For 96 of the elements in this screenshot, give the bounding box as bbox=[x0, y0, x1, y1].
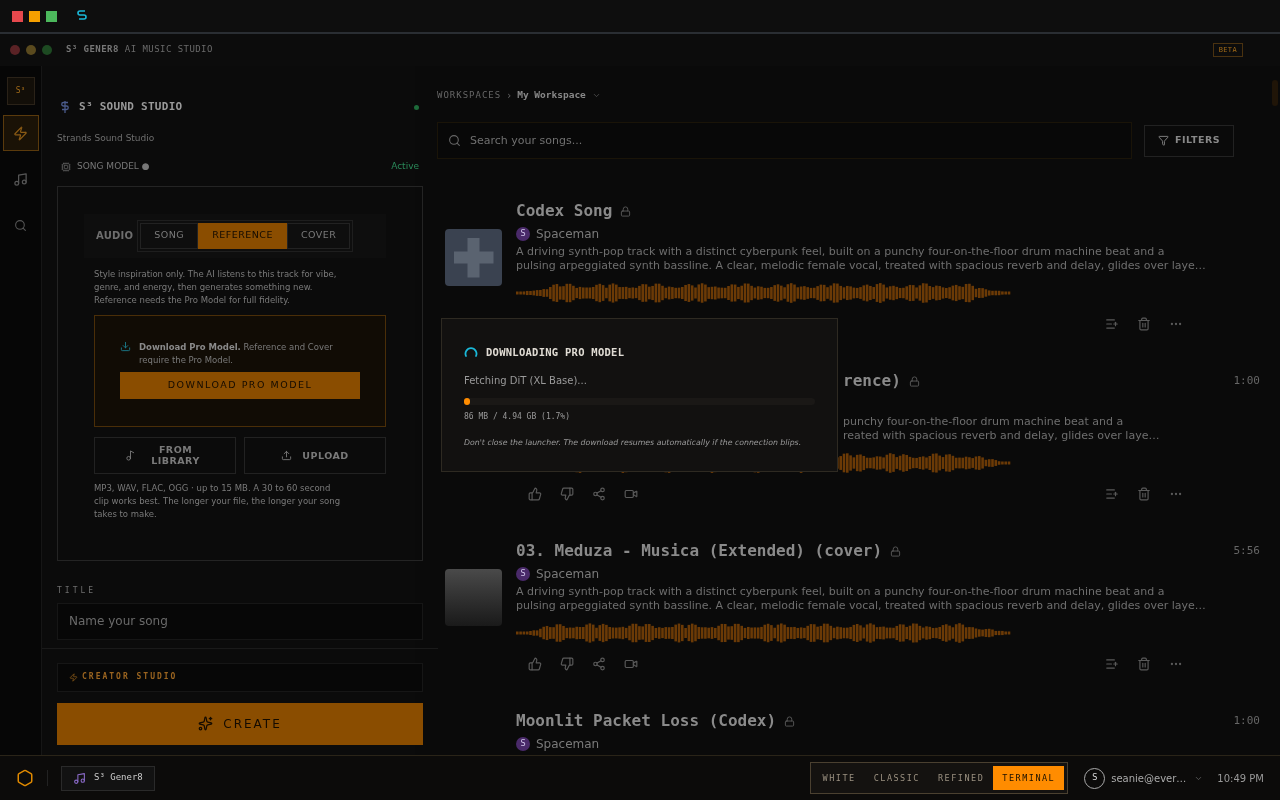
chevron-down-icon bbox=[591, 91, 601, 100]
mode-description: Style inspiration only. The AI listens to this track for vibe, genre, and energy, then generates something new. Reference needs the Pro Model for full fidelity. bbox=[94, 267, 338, 307]
song-duration: 5:56 bbox=[1233, 542, 1260, 559]
filter-icon bbox=[1158, 135, 1170, 146]
bolt-icon bbox=[13, 125, 28, 141]
mode-tab[interactable]: SONG bbox=[140, 222, 199, 249]
song-duration: 1:00 bbox=[1233, 712, 1260, 729]
thumbs-down-icon[interactable] bbox=[560, 657, 574, 671]
song-title[interactable]: rence) bbox=[843, 369, 901, 393]
album-art bbox=[445, 229, 502, 286]
music-note-icon bbox=[73, 771, 86, 785]
song-description: pulsing arpeggiated synth bassline. A clear, melodic female vocal, treated with spacious reverb and delay, glides over laye… bbox=[516, 259, 1207, 273]
minimize-button[interactable] bbox=[29, 10, 40, 22]
download-pro-button[interactable]: DOWNLOAD PRO MODEL bbox=[120, 371, 360, 399]
create-button[interactable]: CREATE bbox=[57, 702, 423, 745]
studio-logo-icon bbox=[61, 101, 69, 114]
song-description: punchy four-on-the-floor drum machine beat and a bbox=[843, 415, 1125, 429]
trash-icon[interactable] bbox=[1137, 487, 1151, 501]
source-button[interactable]: UPLOAD bbox=[244, 436, 386, 474]
studio-subtitle: Strands Sound Studio bbox=[57, 131, 156, 145]
title-label: TITLE bbox=[57, 584, 98, 597]
search-icon bbox=[14, 218, 27, 232]
download-icon bbox=[120, 340, 131, 352]
music-note-icon bbox=[124, 449, 136, 461]
lock-icon bbox=[890, 545, 902, 557]
hexagon-icon[interactable] bbox=[16, 769, 34, 787]
source-button[interactable]: FROM LIBRARY bbox=[94, 436, 236, 474]
dialog-title: DOWNLOADING PRO MODEL bbox=[486, 345, 625, 360]
video-icon[interactable] bbox=[624, 657, 638, 671]
model-label: SONG MODEL ● bbox=[77, 160, 150, 173]
trash-icon[interactable] bbox=[1137, 657, 1151, 671]
lock-icon bbox=[620, 205, 632, 217]
sparkle-icon bbox=[198, 716, 214, 731]
file-requirements: MP3, WAV, FLAC, OGG · up to 15 MB. A 30 to 60 second clip works best. The longer your file, the longer your song takes to make. bbox=[94, 481, 342, 521]
artist-avatar: S bbox=[516, 567, 530, 581]
spinner-icon bbox=[464, 345, 478, 360]
filters-button[interactable]: FILTERS bbox=[1144, 124, 1234, 157]
song-description: A driving synth-pop track with a distinct cyberpunk feel, built on a punchy four-on-the-floor drum machine beat and a bbox=[516, 585, 1166, 599]
close-button[interactable] bbox=[12, 10, 23, 22]
share-icon[interactable] bbox=[592, 487, 606, 501]
theme-tab[interactable]: WHITE bbox=[813, 766, 865, 790]
breadcrumb-current[interactable]: My Workspace bbox=[517, 88, 586, 103]
mode-tab[interactable]: COVER bbox=[286, 222, 351, 249]
artist-avatar: S bbox=[516, 737, 530, 751]
app-logo-icon bbox=[77, 9, 87, 23]
bolt-icon bbox=[69, 672, 78, 682]
notice-text: Download Pro Model. Reference and Cover require the Pro Model. bbox=[139, 340, 334, 367]
maximize-button[interactable] bbox=[46, 10, 57, 22]
studio-title: S³ SOUND STUDIO bbox=[79, 99, 183, 115]
add-to-queue-icon[interactable] bbox=[1105, 657, 1119, 671]
app-name: S³ GENER8 bbox=[66, 43, 119, 57]
taskbar-app[interactable]: S³ Gener8 bbox=[61, 765, 155, 791]
model-status: Active bbox=[391, 160, 419, 173]
song-description: pulsing arpeggiated synth bassline. A clear, melodic female vocal, treated with spacious reverb and delay, glides over laye… bbox=[516, 599, 1207, 613]
chip-icon bbox=[61, 161, 71, 172]
thumbs-down-icon[interactable] bbox=[560, 487, 574, 501]
song-title[interactable]: 03. Meduza - Musica (Extended) (cover) bbox=[516, 539, 883, 563]
artist-avatar: S bbox=[516, 227, 530, 241]
breadcrumb-separator: › bbox=[507, 89, 512, 103]
theme-tab[interactable]: REFINED bbox=[928, 766, 994, 790]
breadcrumb-root[interactable]: WORKSPACES bbox=[437, 88, 502, 103]
trash-icon[interactable] bbox=[1137, 317, 1151, 331]
song-title[interactable]: Codex Song bbox=[516, 199, 613, 223]
lock-icon bbox=[908, 375, 920, 387]
song-duration: 1:00 bbox=[1233, 372, 1260, 389]
rail-button[interactable] bbox=[2, 115, 39, 151]
artist-name[interactable]: Spaceman bbox=[536, 567, 600, 581]
rail-logo[interactable]: S³ bbox=[6, 77, 35, 105]
song-title[interactable]: Moonlit Packet Loss (Codex) bbox=[516, 709, 777, 733]
app-subtitle: AI MUSIC STUDIO bbox=[124, 43, 213, 57]
add-to-queue-icon[interactable] bbox=[1105, 317, 1119, 331]
mode-tab[interactable]: REFERENCE bbox=[198, 222, 287, 249]
theme-tab[interactable]: CLASSIC bbox=[864, 766, 929, 790]
progress-text: 86 MB / 4.94 GB (1.7%) bbox=[464, 410, 571, 423]
thumbs-up-icon[interactable] bbox=[528, 657, 542, 671]
clock: 10:49 PM bbox=[1217, 771, 1264, 786]
song-description: reated with spacious reverb and delay, glides over laye… bbox=[843, 429, 1161, 443]
theme-tab[interactable]: TERMINAL bbox=[993, 766, 1065, 790]
artist-name[interactable]: Spaceman bbox=[536, 737, 600, 751]
share-icon[interactable] bbox=[592, 657, 606, 671]
download-status: Fetching DiT (XL Base)... bbox=[464, 373, 588, 388]
upload-icon bbox=[281, 449, 293, 461]
song-description: A driving synth-pop track with a distinct cyberpunk feel, built on a punchy four-on-the-floor drum machine beat and a bbox=[516, 245, 1166, 259]
search-field[interactable]: Search your songs... bbox=[437, 122, 1133, 159]
photo-placeholder bbox=[445, 569, 502, 626]
lock-icon bbox=[784, 715, 796, 727]
add-to-queue-icon[interactable] bbox=[1105, 487, 1119, 501]
song-title-input[interactable]: Name your song bbox=[57, 602, 423, 640]
thumbs-up-icon[interactable] bbox=[528, 487, 542, 501]
creator-studio-label: CREATOR STUDIO bbox=[82, 671, 178, 683]
video-icon[interactable] bbox=[624, 487, 638, 501]
artist-name[interactable]: Spaceman bbox=[536, 227, 600, 241]
creator-studio-bar[interactable]: CREATOR STUDIO bbox=[57, 662, 423, 692]
audio-label: AUDIO bbox=[96, 229, 134, 243]
user-account[interactable]: seanie@ever… bbox=[1111, 770, 1187, 786]
music-note-icon bbox=[13, 171, 28, 187]
